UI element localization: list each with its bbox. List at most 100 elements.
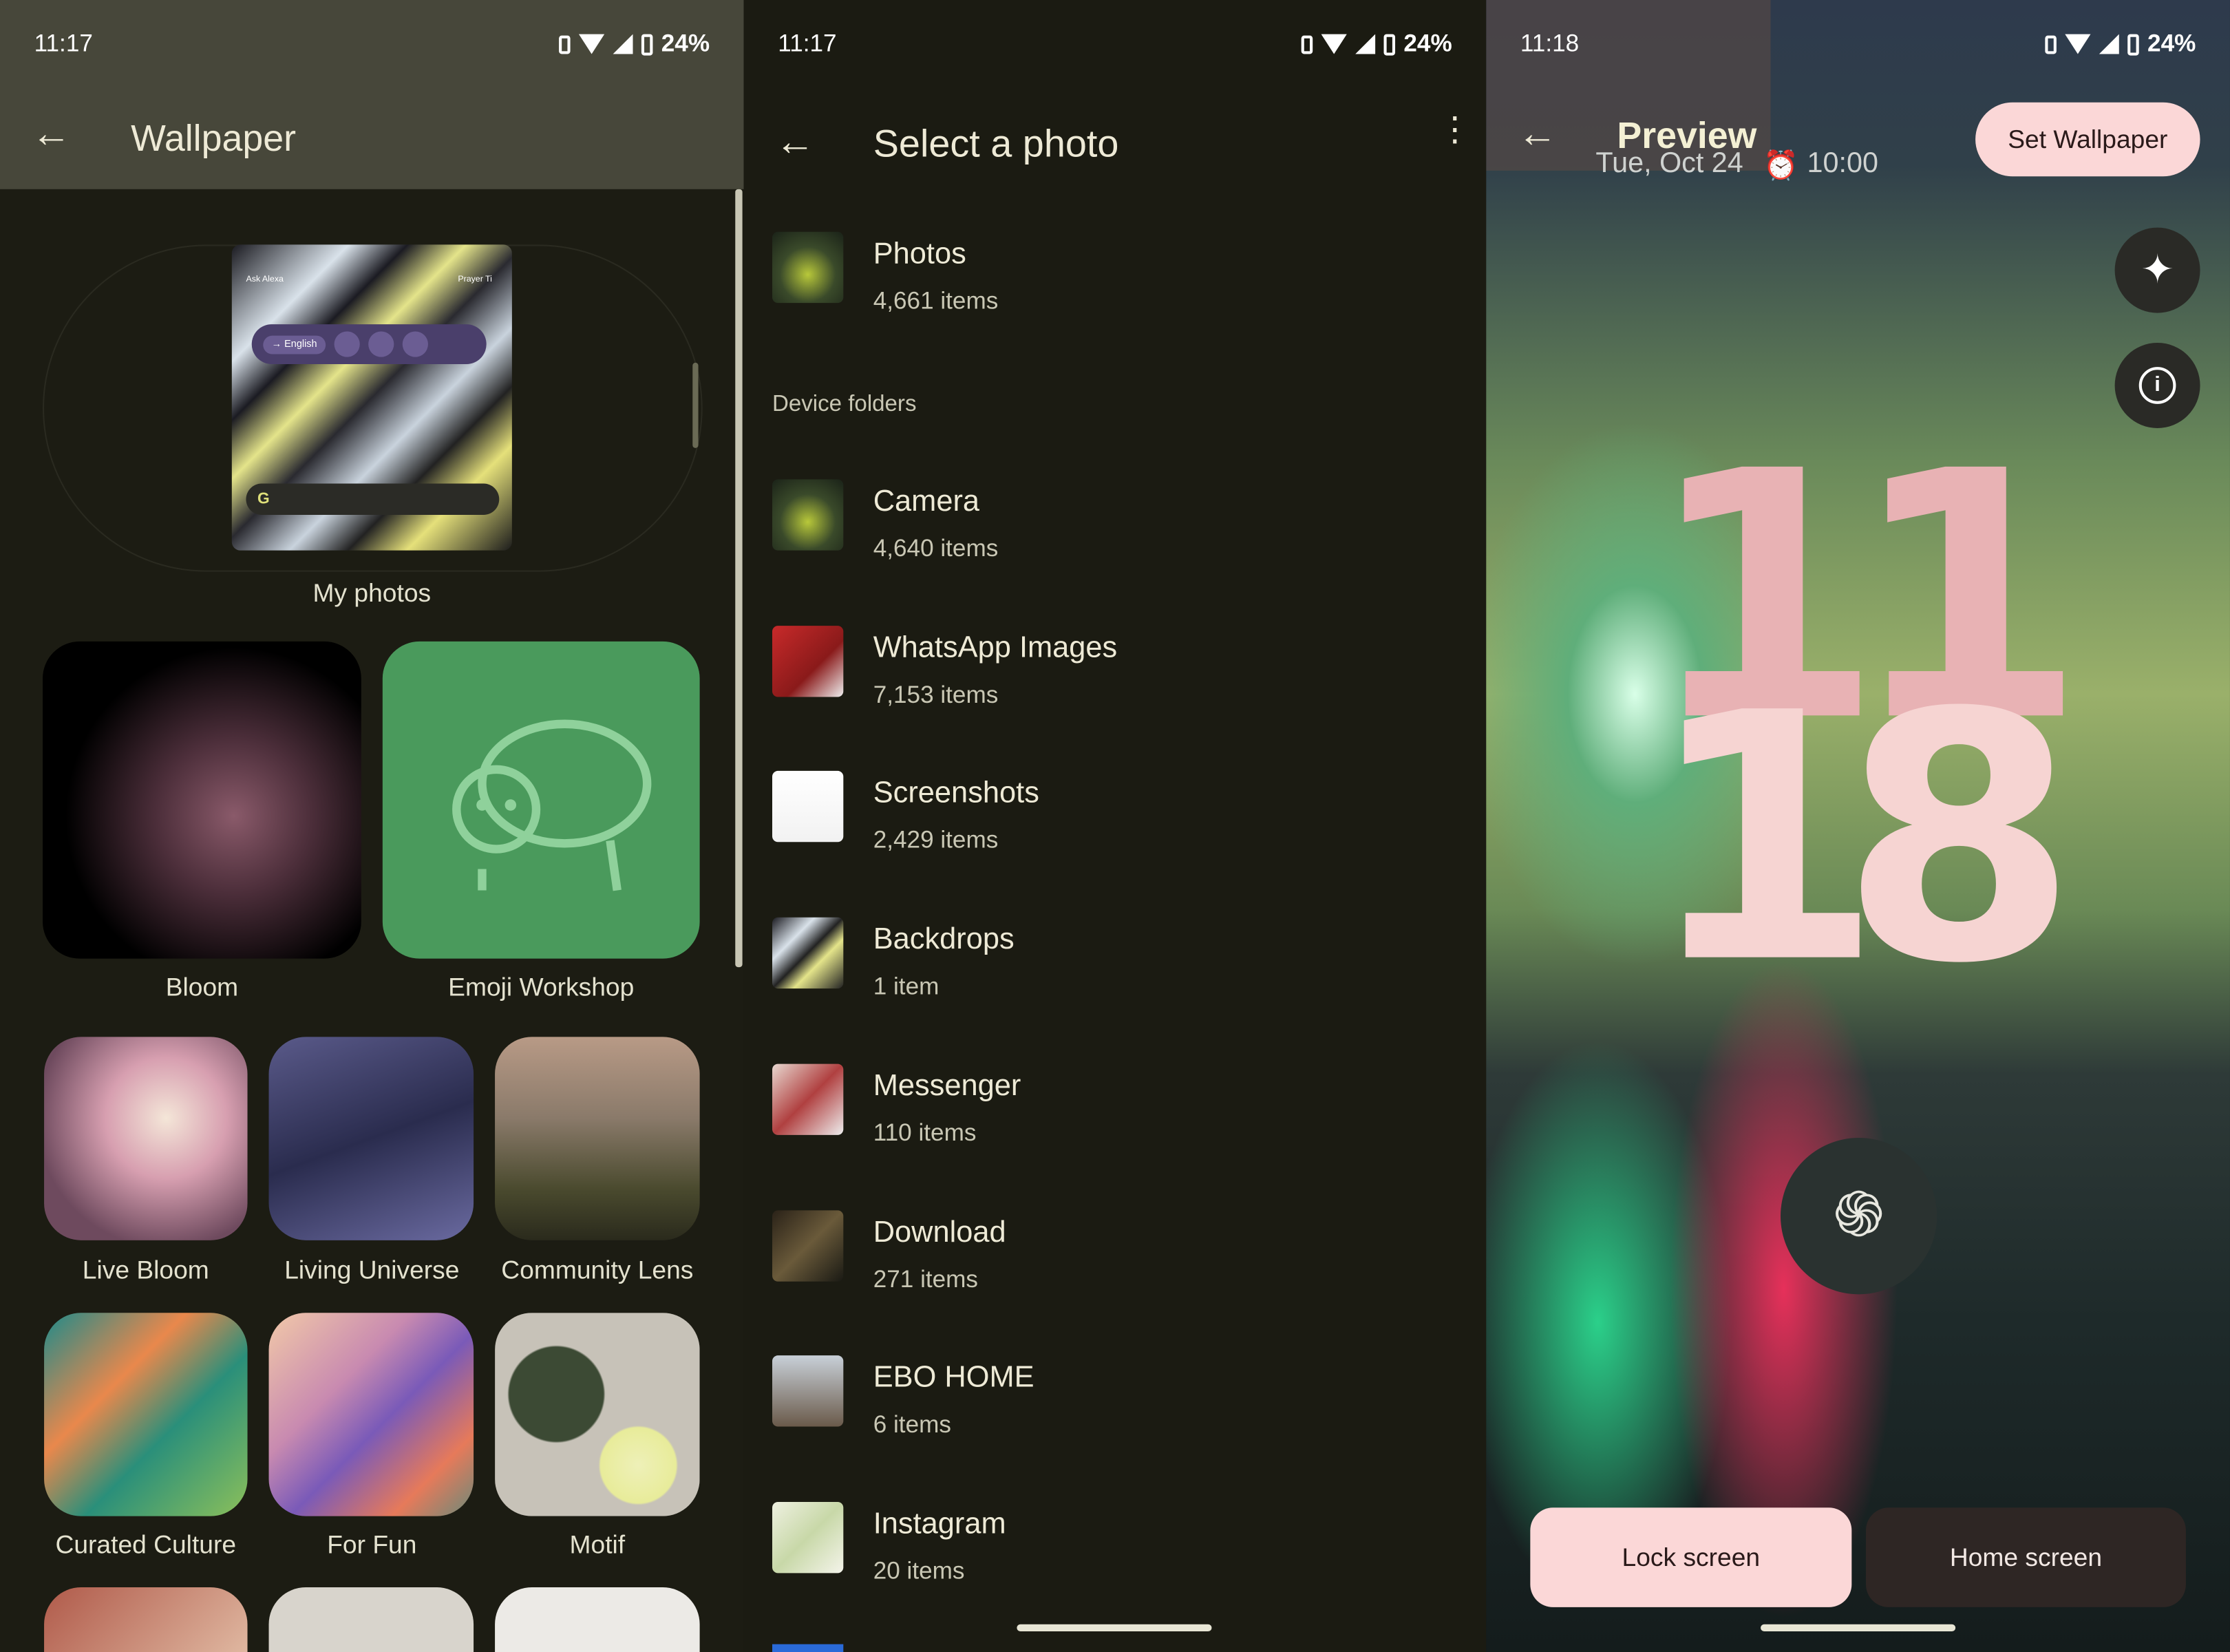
folder-count: 271 items bbox=[873, 1264, 979, 1293]
folder-name: Backdrops bbox=[873, 923, 1015, 956]
set-wallpaper-button[interactable]: Set Wallpaper bbox=[1975, 102, 2200, 177]
battery-icon bbox=[641, 33, 653, 55]
folder-thumbnail-partial bbox=[772, 1644, 844, 1652]
folder-row[interactable]: Backdrops 1 item bbox=[744, 892, 1487, 1035]
gesture-bar[interactable] bbox=[1017, 1624, 1212, 1632]
category-label: Motif bbox=[569, 1530, 626, 1559]
wifi-icon bbox=[578, 34, 605, 54]
mini-search-bar: → English bbox=[251, 324, 487, 364]
effects-sparkle-icon[interactable]: ✦ bbox=[2114, 227, 2200, 313]
folder-count: 6 items bbox=[873, 1411, 951, 1439]
category-tile[interactable] bbox=[495, 1587, 700, 1652]
battery-icon bbox=[2127, 33, 2139, 55]
category-label: Bloom bbox=[165, 973, 239, 1002]
emoji-workshop-tile[interactable] bbox=[382, 641, 700, 959]
category-label: Curated Culture bbox=[55, 1530, 237, 1559]
folder-count: 2,429 items bbox=[873, 827, 999, 854]
folder-count: 1 item bbox=[873, 973, 939, 1000]
more-options-icon[interactable]: ⋮ bbox=[1438, 113, 1472, 147]
album-name: Photos bbox=[873, 237, 966, 271]
section-label: Device folders bbox=[772, 392, 917, 417]
alarm-time: 10:00 bbox=[1807, 147, 1879, 180]
folder-name: Download bbox=[873, 1215, 1006, 1249]
mini-app-label: Prayer Ti bbox=[458, 275, 492, 285]
folder-name: Messenger bbox=[873, 1069, 1021, 1102]
page-title: Select a photo bbox=[873, 122, 1119, 165]
category-label: Live Bloom bbox=[82, 1256, 209, 1284]
community-lens-tile[interactable] bbox=[495, 1037, 700, 1240]
for-fun-tile[interactable] bbox=[268, 1313, 474, 1516]
status-time: 11:18 bbox=[1520, 30, 1580, 57]
lock-screen-tab[interactable]: Lock screen bbox=[1530, 1507, 1852, 1607]
lockscreen-date-row: Tue, Oct 24 ⏰ 10:00 bbox=[1595, 148, 1878, 184]
wifi-icon bbox=[2065, 34, 2091, 54]
folder-row[interactable]: Messenger 110 items bbox=[744, 1038, 1487, 1180]
battery-icon bbox=[1383, 33, 1395, 55]
carousel-edge bbox=[692, 362, 699, 448]
album-count: 4,661 items bbox=[873, 287, 999, 315]
folder-row[interactable]: Instagram 20 items bbox=[744, 1476, 1487, 1619]
folder-thumbnail bbox=[772, 917, 844, 989]
folder-thumbnail bbox=[772, 1063, 844, 1135]
status-bar: 11:17 24% bbox=[34, 28, 710, 59]
folder-thumbnail bbox=[772, 479, 844, 551]
home-screen-tab[interactable]: Home screen bbox=[1865, 1507, 2186, 1607]
battery-level: 24% bbox=[1403, 30, 1452, 57]
mini-app-label: Ask Alexa bbox=[246, 275, 284, 285]
folder-row[interactable]: WhatsApp Images 7,153 items bbox=[744, 600, 1487, 742]
info-button[interactable]: i bbox=[2114, 342, 2200, 428]
signal-icon bbox=[1355, 34, 1376, 54]
live-bloom-tile[interactable] bbox=[44, 1037, 248, 1240]
folder-count: 7,153 items bbox=[873, 681, 999, 708]
status-bar: 11:18 24% bbox=[1520, 28, 2196, 59]
folder-count: 20 items bbox=[873, 1557, 965, 1585]
select-photo-panel: 11:17 24% ← Select a photo ⋮ Photos 4,66… bbox=[743, 0, 1487, 1652]
category-label: Emoji Workshop bbox=[448, 973, 635, 1002]
folder-thumbnail bbox=[772, 1355, 844, 1427]
category-label: Living Universe bbox=[284, 1256, 460, 1284]
folder-row[interactable]: Screenshots 2,429 items bbox=[744, 746, 1487, 889]
scrollbar[interactable] bbox=[735, 189, 743, 968]
translate-chip: → English bbox=[263, 335, 326, 354]
folder-row[interactable]: EBO HOME 6 items bbox=[744, 1330, 1487, 1472]
living-universe-tile[interactable] bbox=[268, 1037, 474, 1240]
category-tile[interactable] bbox=[44, 1587, 248, 1652]
turtle-icon bbox=[452, 719, 652, 891]
mini-google-bar: G bbox=[246, 483, 500, 516]
category-label: For Fun bbox=[327, 1530, 417, 1559]
folder-name: Camera bbox=[873, 485, 980, 518]
back-arrow-icon[interactable]: ← bbox=[775, 120, 815, 165]
curated-culture-tile[interactable] bbox=[44, 1313, 248, 1516]
gesture-bar[interactable] bbox=[1761, 1624, 1956, 1632]
folder-row[interactable]: Camera 4,640 items bbox=[744, 454, 1487, 596]
category-tile[interactable] bbox=[268, 1587, 474, 1652]
my-photos-label: My photos bbox=[312, 578, 432, 608]
person-icon bbox=[368, 331, 394, 357]
back-arrow-icon[interactable]: ← bbox=[31, 111, 71, 156]
back-arrow-icon[interactable]: ← bbox=[1518, 111, 1558, 156]
folder-thumbnail bbox=[772, 625, 844, 697]
mic-icon bbox=[334, 331, 360, 357]
motif-tile[interactable] bbox=[495, 1313, 700, 1516]
bloom-tile[interactable] bbox=[42, 641, 361, 959]
alarm-icon: ⏰ bbox=[1763, 151, 1799, 182]
folder-row[interactable]: Download 271 items bbox=[744, 1184, 1487, 1326]
vibrate-icon bbox=[558, 34, 571, 54]
page-title: Wallpaper bbox=[131, 116, 296, 160]
camera-icon bbox=[402, 331, 428, 357]
folder-name: Screenshots bbox=[873, 777, 1039, 810]
folder-thumbnail bbox=[772, 1209, 844, 1281]
vibrate-icon bbox=[2045, 34, 2057, 54]
date-text: Tue, Oct 24 bbox=[1595, 147, 1743, 180]
signal-icon bbox=[2099, 34, 2119, 54]
vibrate-icon bbox=[1301, 34, 1313, 54]
my-photos-preview[interactable]: Ask Alexa Prayer Ti → English G bbox=[231, 244, 512, 551]
album-photos[interactable]: Photos 4,661 items bbox=[744, 206, 1487, 349]
preview-panel: 11:18 24% ← Preview Tue, Oct 24 ⏰ 10:00 … bbox=[1486, 0, 2230, 1652]
wifi-icon bbox=[1321, 34, 1347, 54]
clock-minutes: 18 bbox=[1645, 639, 2078, 1039]
folder-count: 110 items bbox=[873, 1119, 977, 1147]
battery-level: 24% bbox=[2147, 30, 2196, 57]
category-label: Community Lens bbox=[501, 1256, 694, 1284]
fingerprint-icon: ֍ bbox=[1781, 1138, 1937, 1295]
